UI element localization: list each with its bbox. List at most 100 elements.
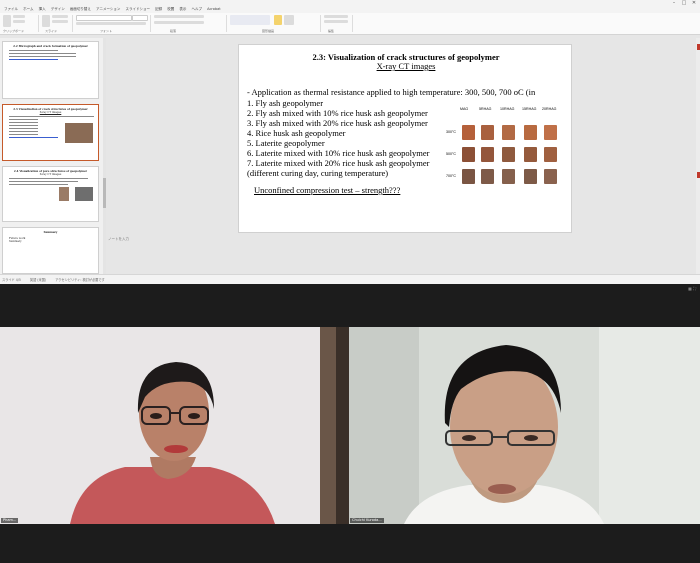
slide-thumbnail[interactable]: Summary Future work Summary bbox=[2, 227, 99, 274]
sample-photo bbox=[462, 147, 475, 162]
text-line bbox=[9, 181, 78, 182]
reset-button[interactable] bbox=[52, 20, 68, 23]
slide-intro[interactable]: - Application as thermal resistance appl… bbox=[247, 87, 535, 97]
tab-insert[interactable]: 挿入 bbox=[39, 6, 46, 13]
slide-list-item[interactable]: 5. Laterite geopolymer bbox=[247, 138, 325, 148]
group-slides: スライド bbox=[45, 29, 58, 33]
text-line bbox=[9, 125, 38, 126]
slide-thumbnail-active[interactable]: 2.3 Visualization of crack structures of… bbox=[2, 104, 99, 161]
sample-photo bbox=[481, 169, 494, 184]
sample-photo bbox=[524, 169, 537, 184]
new-slide-button[interactable] bbox=[42, 15, 50, 27]
text-line bbox=[9, 119, 38, 120]
list-buttons[interactable] bbox=[154, 15, 204, 18]
sample-photo bbox=[502, 147, 515, 162]
slide-subtitle[interactable]: X-ray CT images bbox=[239, 61, 573, 71]
grid-column-header: MAG bbox=[460, 107, 469, 111]
tab-record[interactable]: 記録 bbox=[155, 6, 162, 13]
participant-left-image bbox=[0, 327, 349, 524]
language-indicator[interactable]: 英語 (米国) bbox=[30, 278, 46, 282]
thumbnail-title: Summary bbox=[43, 231, 58, 234]
call-top-bar bbox=[0, 284, 700, 327]
text-line bbox=[9, 131, 38, 132]
tab-transitions[interactable]: 画面切り替え bbox=[70, 6, 91, 13]
thumbnail-title: 2.2 Micrograph and crack formation of ge… bbox=[13, 45, 88, 48]
layout-button[interactable] bbox=[52, 15, 68, 18]
slide-thumbnail[interactable]: 2.4 Visualization of pore structures of … bbox=[2, 166, 99, 222]
tab-view[interactable]: 表示 bbox=[179, 6, 186, 13]
arrange-button[interactable] bbox=[274, 15, 282, 25]
slide-canvas[interactable]: 2.3: Visualization of crack structures o… bbox=[238, 44, 572, 233]
slide-list-item[interactable]: 1. Fly ash geopolymer bbox=[247, 98, 323, 108]
tab-file[interactable]: ファイル bbox=[4, 6, 18, 13]
shapes-gallery[interactable] bbox=[230, 15, 270, 25]
powerpoint-window: – □ ✕ ファイル ホーム 挿入 デザイン 画面切り替え アニメーション スラ… bbox=[0, 0, 700, 284]
slide-link[interactable]: Unconfined compression test – strength??… bbox=[254, 185, 400, 195]
participant-video-left[interactable]: Pham... bbox=[0, 327, 349, 524]
sample-photo bbox=[481, 147, 494, 162]
tab-design[interactable]: デザイン bbox=[51, 6, 65, 13]
find-button[interactable] bbox=[324, 15, 348, 18]
link-line bbox=[9, 59, 58, 60]
editor-scrollbar[interactable] bbox=[696, 38, 700, 274]
ribbon-divider bbox=[72, 15, 73, 32]
ribbon-divider bbox=[352, 15, 353, 32]
font-name-select[interactable] bbox=[76, 15, 132, 21]
slide-note[interactable]: (different curing day, curing temperatur… bbox=[247, 168, 388, 178]
replace-button[interactable] bbox=[324, 20, 348, 23]
quick-styles-button[interactable] bbox=[284, 15, 294, 25]
sample-photo bbox=[462, 125, 475, 140]
tab-slideshow[interactable]: スライドショー bbox=[126, 6, 151, 13]
status-bar: スライド 4/5 英語 (米国) アクセシビリティ: 検討が必要です bbox=[0, 274, 700, 284]
sample-image-grid[interactable]: MAG 5RHAG 10RHAG 15RHAG 20RHAG 300°C 500°C 700°… bbox=[446, 107, 562, 185]
tab-acrobat[interactable]: Acrobat bbox=[207, 6, 221, 13]
sample-photo bbox=[544, 147, 557, 162]
text-line bbox=[9, 56, 76, 57]
participant-right-image bbox=[349, 327, 700, 524]
slide-editor: 2.3: Visualization of crack structures o… bbox=[106, 38, 700, 274]
slide-list-item[interactable]: 2. Fly ash mixed with 10% rice husk ash … bbox=[247, 108, 428, 118]
font-size-select[interactable] bbox=[132, 15, 148, 21]
sample-photo bbox=[462, 169, 475, 184]
font-format-buttons[interactable] bbox=[76, 22, 146, 25]
slide-list-item[interactable]: 4. Rice husk ash geopolymer bbox=[247, 128, 345, 138]
group-paragraph: 段落 bbox=[170, 29, 177, 33]
grid-column-header: 20RHAG bbox=[542, 107, 557, 111]
sample-photo bbox=[502, 169, 515, 184]
slide-list-item[interactable]: 6. Laterite mixed with 10% rice husk ash… bbox=[247, 148, 429, 158]
group-font: フォント bbox=[100, 29, 113, 33]
cut-button[interactable] bbox=[13, 15, 25, 18]
text-line bbox=[9, 50, 58, 51]
sample-photo bbox=[544, 169, 557, 184]
thumbnail-image bbox=[75, 187, 93, 201]
view-options-icon[interactable]: ▦ ⛶ bbox=[688, 286, 696, 291]
sample-photo bbox=[544, 125, 557, 140]
tab-animations[interactable]: アニメーション bbox=[96, 6, 120, 13]
participant-name-left: Pham... bbox=[1, 518, 19, 523]
copy-button[interactable] bbox=[13, 20, 25, 23]
paste-button[interactable] bbox=[3, 15, 11, 27]
grid-column-header: 15RHAG bbox=[522, 107, 537, 111]
align-buttons[interactable] bbox=[154, 21, 204, 24]
thumbnail-image bbox=[59, 187, 69, 201]
slide-thumbnail-pane: 2.2 Micrograph and crack formation of ge… bbox=[0, 38, 104, 274]
notes-placeholder[interactable]: ノートを入力 bbox=[108, 237, 129, 242]
accessibility-status[interactable]: アクセシビリティ: 検討が必要です bbox=[55, 278, 105, 282]
ribbon-divider bbox=[320, 15, 321, 32]
text-line bbox=[9, 122, 38, 123]
participant-video-right[interactable]: Chuichi Kuroda... bbox=[349, 327, 700, 524]
grid-row-header: 500°C bbox=[446, 152, 457, 156]
text-line bbox=[9, 178, 88, 179]
text-line bbox=[9, 184, 68, 185]
tab-review[interactable]: 校閲 bbox=[167, 6, 174, 13]
slide-list-item[interactable]: 3. Fly ash mixed with 20% rice husk ash … bbox=[247, 118, 428, 128]
slide-list-item[interactable]: 7. Laterite mixed with 20% rice husk ash… bbox=[247, 158, 429, 168]
ribbon: クリップボード スライド フォント 段落 図形描画 編集 bbox=[0, 13, 700, 35]
grid-column-header: 10RHAG bbox=[500, 107, 515, 111]
thumbnail-image bbox=[65, 123, 93, 143]
ribbon-tabs: ファイル ホーム 挿入 デザイン 画面切り替え アニメーション スライドショー … bbox=[0, 6, 700, 13]
tab-help[interactable]: ヘルプ bbox=[192, 6, 203, 13]
grid-row-header: 300°C bbox=[446, 130, 457, 134]
slide-thumbnail[interactable]: 2.2 Micrograph and crack formation of ge… bbox=[2, 41, 99, 99]
tab-home[interactable]: ホーム bbox=[23, 6, 33, 13]
